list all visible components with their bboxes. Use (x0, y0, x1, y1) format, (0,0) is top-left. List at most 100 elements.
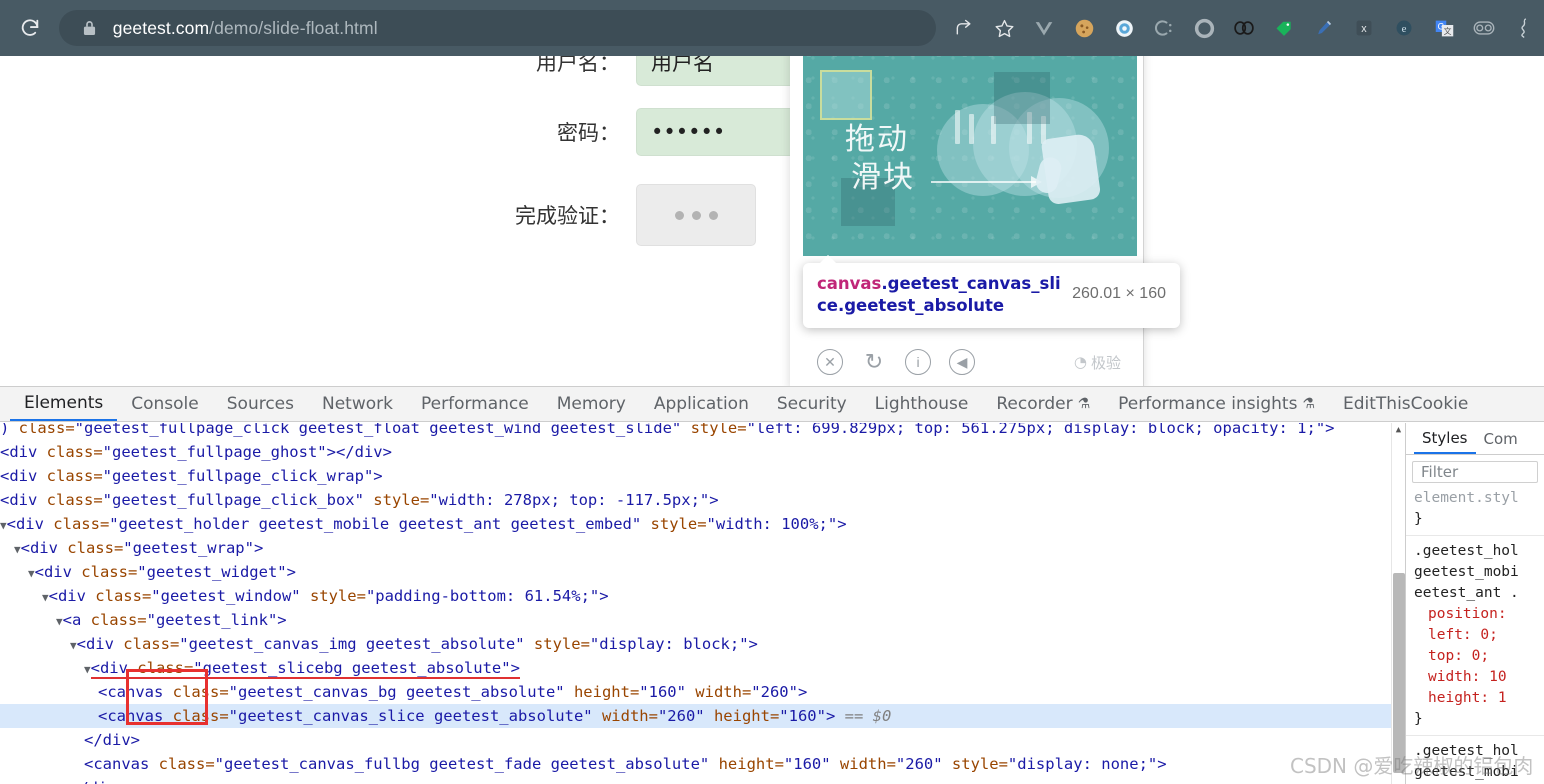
dom-token-punct: > (748, 635, 758, 653)
dom-tree-line[interactable]: ▼<div class="geetest_holder geetest_mobi… (0, 512, 1405, 536)
css-selector: element.styl (1414, 490, 1519, 506)
devtools-tab-security[interactable]: Security (763, 387, 861, 421)
devtools-tab-memory[interactable]: Memory (543, 387, 640, 421)
css-property[interactable]: top: 0; (1414, 646, 1544, 667)
dom-token-punct: ></div> (326, 443, 392, 461)
devtools-tab-application[interactable]: Application (640, 387, 763, 421)
cookie-editor-icon[interactable] (1064, 8, 1104, 48)
dom-line-indent (0, 683, 98, 701)
extension-blue-ring-icon[interactable] (1104, 8, 1144, 48)
color-picker-icon[interactable] (1304, 8, 1344, 48)
sound-icon[interactable]: ◀ (949, 349, 975, 375)
dom-tree-scrollbar[interactable]: ▲ (1391, 423, 1405, 784)
dom-token-attr: height= (564, 683, 640, 701)
devtools-tab-elements[interactable]: Elements (10, 387, 118, 421)
captcha-image-text-line2: 滑块 (851, 160, 915, 195)
styles-tabbar: Styles Com (1406, 423, 1544, 455)
dom-tree-line[interactable]: ▼<div class="geetest_window" style="padd… (0, 584, 1405, 608)
styles-tab-styles[interactable]: Styles (1414, 423, 1476, 454)
tooltip-tag-name: canvas (817, 274, 882, 293)
dom-lines-host: ) class="geetest_fullpage_click geetest_… (0, 423, 1405, 784)
devtools-tab-sources[interactable]: Sources (213, 387, 308, 421)
captcha-trigger-button[interactable] (636, 184, 756, 246)
green-tag-icon[interactable] (1264, 8, 1304, 48)
dom-tree-line[interactable]: <div class="geetest_fullpage_click_wrap"… (0, 464, 1405, 488)
dom-token-tag: canvas (107, 683, 173, 701)
devtools-tab-recorder[interactable]: Recorder ⚗ (982, 387, 1104, 421)
expand-triangle-icon[interactable]: ▼ (70, 639, 77, 652)
x-extension-icon[interactable]: x (1344, 8, 1384, 48)
css-rule-block[interactable]: .geetest_hol geetest_mobi eetest_ant . po… (1406, 536, 1544, 736)
browser-toolbar: geetest.com/demo/slide-float.html x e G … (0, 0, 1544, 56)
css-property[interactable]: height: 1 (1414, 688, 1544, 709)
devtools-tab-console[interactable]: Console (117, 387, 213, 421)
dom-token-tag: div (9, 491, 47, 509)
dom-tree-line[interactable]: ▼<div class="geetest_wrap"> (0, 536, 1405, 560)
captcha-slide-image[interactable]: 拖动 滑块 (803, 56, 1137, 256)
devtools-tab-performance[interactable]: Performance (407, 387, 543, 421)
close-icon[interactable]: ✕ (817, 349, 843, 375)
scroll-up-arrow-icon[interactable]: ▲ (1392, 423, 1405, 437)
vue-devtools-icon[interactable] (1024, 8, 1064, 48)
dom-token-punct: </div> (84, 731, 140, 749)
dom-tree-line[interactable]: <canvas class="geetest_canvas_slice geet… (0, 704, 1405, 728)
refresh-icon[interactable]: ↻ (861, 349, 887, 375)
css-property[interactable]: position: (1414, 604, 1544, 625)
expand-triangle-icon[interactable]: ▼ (42, 591, 49, 604)
address-bar[interactable]: geetest.com/demo/slide-float.html (58, 10, 936, 46)
dom-tree-line[interactable]: ▼<a class="geetest_link"> (0, 608, 1405, 632)
bookmark-star-icon[interactable] (984, 8, 1024, 48)
dom-tree-view[interactable]: ) class="geetest_fullpage_click geetest_… (0, 423, 1405, 784)
dom-tree-line[interactable]: <div class="geetest_fullpage_ghost"></di… (0, 440, 1405, 464)
google-translate-icon[interactable]: G文 (1424, 8, 1464, 48)
dom-tree-line[interactable]: ▼<div class="geetest_canvas_img geetest_… (0, 632, 1405, 656)
dom-token-attr: width= (592, 707, 658, 725)
dom-tree-line[interactable]: ▼<div class="geetest_slicebg geetest_abs… (0, 656, 1405, 680)
css-property[interactable]: left: 0; (1414, 625, 1544, 646)
clipboard-c-icon[interactable] (1144, 8, 1184, 48)
css-rule-block[interactable]: .geetest_hol geetest_mobi eetest_ant .* (1406, 736, 1544, 784)
expand-triangle-icon[interactable]: ▼ (14, 543, 21, 556)
devtools-tab-network[interactable]: Network (308, 387, 407, 421)
css-rule-block[interactable]: element.styl} (1406, 483, 1544, 536)
dom-tree-line[interactable]: <div class="geetest_fullpage_click_box" … (0, 488, 1405, 512)
profile-avatar-icon[interactable] (1504, 8, 1544, 48)
dom-tree-line[interactable]: ) class="geetest_fullpage_click geetest_… (0, 423, 1405, 440)
form-row-password: 密码： •••••• (480, 108, 836, 156)
slider-puzzle-piece[interactable] (820, 70, 872, 120)
dom-line-content: <div class="geetest_widget"> (35, 563, 296, 581)
expand-triangle-icon[interactable]: ▼ (0, 519, 7, 532)
dom-token-attr: class= (95, 587, 152, 605)
devtools-tab-editthiscookie[interactable]: EditThisCookie (1329, 387, 1482, 421)
dom-tree-line[interactable]: ▼<div class="geetest_widget"> (0, 560, 1405, 584)
evernote-icon[interactable]: e (1384, 8, 1424, 48)
dom-tree-line[interactable]: <canvas class="geetest_canvas_bg geetest… (0, 680, 1405, 704)
devtools-tab-performance-insights[interactable]: Performance insights ⚗ (1104, 387, 1329, 421)
dom-token-attr: class= (18, 423, 75, 437)
styles-filter-input[interactable]: Filter (1412, 461, 1538, 483)
geetest-logo-icon: ◔ (1073, 353, 1087, 371)
expand-triangle-icon[interactable]: ▼ (84, 663, 91, 676)
devtools-tab-lighthouse[interactable]: Lighthouse (861, 387, 983, 421)
dom-token-val: "width: 278px; top: -117.5px;" (429, 491, 710, 509)
dom-token-punct: < (0, 467, 10, 485)
share-icon[interactable] (944, 8, 984, 48)
dom-token-attr: class= (46, 467, 103, 485)
dom-tree-line[interactable]: <canvas class="geetest_canvas_fullbg gee… (0, 752, 1405, 776)
styles-tab-com[interactable]: Com (1476, 423, 1526, 454)
dom-line-indent (0, 611, 56, 629)
info-icon[interactable]: i (905, 349, 931, 375)
goggles-icon[interactable] (1464, 8, 1504, 48)
link-loop-icon[interactable] (1224, 8, 1264, 48)
expand-triangle-icon[interactable]: ▼ (28, 567, 35, 580)
scrollbar-thumb[interactable] (1393, 573, 1405, 773)
gray-ring-icon[interactable] (1184, 8, 1224, 48)
reload-icon[interactable] (14, 11, 47, 45)
css-property[interactable]: width: 10 (1414, 667, 1544, 688)
dom-token-tag: div (85, 635, 124, 653)
dom-line-content: </div> (70, 779, 126, 784)
dom-token-punct: < (76, 635, 86, 653)
devtools-tab-label: Elements (24, 393, 104, 413)
dom-tree-line[interactable]: </div> (0, 728, 1405, 752)
expand-triangle-icon[interactable]: ▼ (56, 615, 63, 628)
